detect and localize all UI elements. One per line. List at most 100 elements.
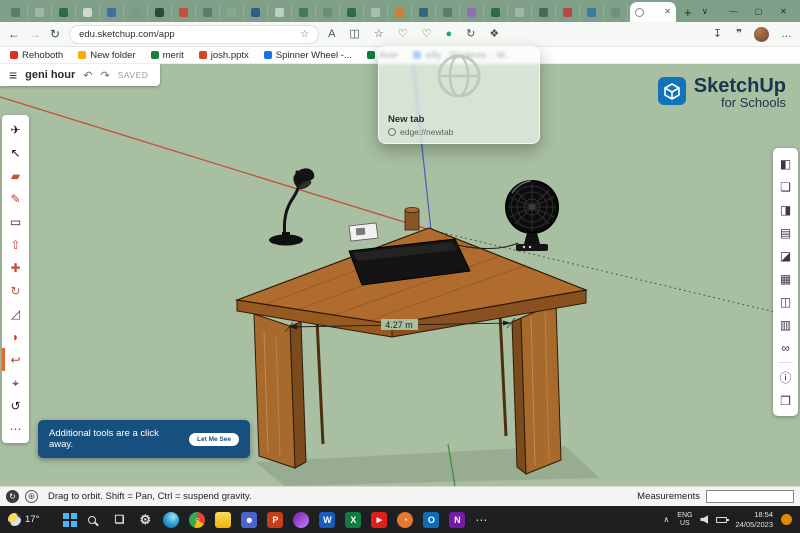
bookmark-star-icon[interactable]: ☆ <box>300 29 309 40</box>
browser-tab[interactable] <box>508 3 532 22</box>
browser-tab[interactable] <box>460 3 484 22</box>
close-button[interactable]: ✕ <box>771 0 796 22</box>
more-tools[interactable]: ⋯ <box>2 417 29 440</box>
browser-tab[interactable] <box>196 3 220 22</box>
browser-tab[interactable] <box>388 3 412 22</box>
browser-tab[interactable] <box>124 3 148 22</box>
orbit-indicator-icon[interactable]: ↻ <box>6 490 19 503</box>
tray-chevron-icon[interactable]: ∧ <box>663 515 669 524</box>
select-tool[interactable]: ↖ <box>2 141 29 164</box>
feedback-icon[interactable]: ❞ <box>736 29 742 40</box>
favorites-icon[interactable]: ☆ <box>374 29 384 40</box>
active-tab[interactable]: ✕ <box>630 2 676 22</box>
bookmark-merit[interactable]: merit <box>151 50 184 61</box>
task-view-button[interactable]: ❏ <box>111 512 127 528</box>
browser-tab[interactable] <box>220 3 244 22</box>
bookmark-spinner-wheel[interactable]: Spinner Wheel -... <box>264 50 352 61</box>
read-aloud-icon[interactable]: A <box>328 29 335 40</box>
move-tool[interactable]: ✚ <box>2 256 29 279</box>
tags-panel[interactable]: ❏ <box>773 175 798 198</box>
maximize-button[interactable]: ▢ <box>746 0 771 22</box>
browser-tab[interactable] <box>28 3 52 22</box>
display-panel[interactable]: ◫ <box>773 290 798 313</box>
extensions-puzzle-icon[interactable]: ❖ <box>489 29 499 40</box>
browser-menu-button[interactable]: … <box>781 28 792 40</box>
browser-tab[interactable] <box>556 3 580 22</box>
language-indicator[interactable]: ENG US <box>677 512 692 527</box>
minimize-button[interactable]: — <box>721 0 746 22</box>
settings-app[interactable]: ⚙ <box>137 512 153 528</box>
browser-tab[interactable] <box>580 3 604 22</box>
browser-tab[interactable] <box>532 3 556 22</box>
file-explorer-app[interactable] <box>215 512 231 528</box>
undo-button[interactable]: ↶ <box>83 69 92 82</box>
url-bar[interactable]: edu.sketchup.com/app ☆ <box>69 25 319 44</box>
outlook-app[interactable]: O <box>423 512 439 528</box>
eraser-tool[interactable]: ▰ <box>2 164 29 187</box>
browser-tab[interactable] <box>436 3 460 22</box>
browser-tab[interactable] <box>148 3 172 22</box>
redo-button[interactable]: ↷ <box>101 69 110 82</box>
orbit-tool[interactable]: ↺ <box>2 394 29 417</box>
clock-app[interactable]: ◔ <box>397 512 413 528</box>
menu-hamburger-icon[interactable]: ≡ <box>9 67 17 83</box>
chrome-app[interactable]: ○ <box>189 512 205 528</box>
instructor-panel[interactable]: ⓘ <box>773 366 798 389</box>
components-panel[interactable]: ◨ <box>773 198 798 221</box>
tab-list-chevron-icon[interactable]: ∨ <box>702 6 709 17</box>
notification-badge[interactable] <box>781 514 792 525</box>
bookmark-new-folder[interactable]: New folder <box>78 50 135 61</box>
paint-bucket-tool[interactable]: ◗ <box>2 325 29 348</box>
tab-close-icon[interactable]: ✕ <box>664 8 671 16</box>
zoom-tool[interactable]: ⌖ <box>2 371 29 394</box>
browser-tab[interactable] <box>244 3 268 22</box>
scenes-panel[interactable]: ∞ <box>773 336 798 359</box>
essentials-icon[interactable]: ♡ <box>422 29 432 40</box>
outliner-panel[interactable]: ▦ <box>773 267 798 290</box>
browser-tab[interactable] <box>4 3 28 22</box>
bookmark-rehoboth[interactable]: Rehoboth <box>10 50 63 61</box>
scale-tool[interactable]: ◿ <box>2 302 29 325</box>
browser-tab[interactable] <box>292 3 316 22</box>
forward-button[interactable]: → <box>29 28 41 40</box>
shape-tool[interactable]: ▭ <box>2 210 29 233</box>
profile-avatar[interactable] <box>754 27 769 42</box>
powerpoint-app[interactable]: P <box>267 512 283 528</box>
document-title[interactable]: geni hour <box>25 69 75 81</box>
back-button[interactable]: ← <box>8 28 20 40</box>
start-button[interactable] <box>51 509 73 531</box>
paper-plane-tool[interactable]: ✈ <box>2 118 29 141</box>
bookmark-josh-pptx[interactable]: josh.pptx <box>199 50 249 61</box>
excel-app[interactable]: X <box>345 512 361 528</box>
downloads-icon[interactable]: ↧ <box>713 29 722 40</box>
browser-tab[interactable] <box>172 3 196 22</box>
extension-status-icon[interactable]: ● <box>445 29 452 40</box>
materials-panel[interactable]: ▤ <box>773 221 798 244</box>
sync-icon[interactable]: ↻ <box>466 29 475 40</box>
model-info-panel[interactable]: ❐ <box>773 389 798 412</box>
clock-widget[interactable]: 18:54 24/05/2023 <box>735 510 773 529</box>
new-tab-button[interactable]: + <box>684 6 692 19</box>
browser-tab[interactable] <box>604 3 628 22</box>
weather-widget[interactable]: 17° <box>8 513 39 526</box>
youtube-app[interactable]: ▶ <box>371 512 387 528</box>
pencil-tool[interactable]: ✎ <box>2 187 29 210</box>
offset-tool[interactable]: ↩ <box>2 348 29 371</box>
refresh-button[interactable]: ↻ <box>50 28 60 40</box>
taskbar-overflow-button[interactable]: ⋯ <box>475 513 487 527</box>
animation-panel[interactable]: ▥ <box>773 313 798 336</box>
browser-tab[interactable] <box>100 3 124 22</box>
collections-icon[interactable]: ♡ <box>398 29 408 40</box>
measurements-input[interactable] <box>706 490 794 503</box>
rotate-tool[interactable]: ↻ <box>2 279 29 302</box>
pushpull-tool[interactable]: ⇧ <box>2 233 29 256</box>
entity-info-panel[interactable]: ◧ <box>773 152 798 175</box>
browser-tab[interactable] <box>316 3 340 22</box>
teams-app[interactable]: ☻ <box>241 512 257 528</box>
edge-app[interactable] <box>163 512 179 528</box>
speaker-icon[interactable] <box>700 515 708 524</box>
battery-icon[interactable] <box>716 517 727 523</box>
browser-tab[interactable] <box>364 3 388 22</box>
let-me-see-button[interactable]: Let Me See <box>189 433 239 446</box>
onenote-app[interactable]: N <box>449 512 465 528</box>
